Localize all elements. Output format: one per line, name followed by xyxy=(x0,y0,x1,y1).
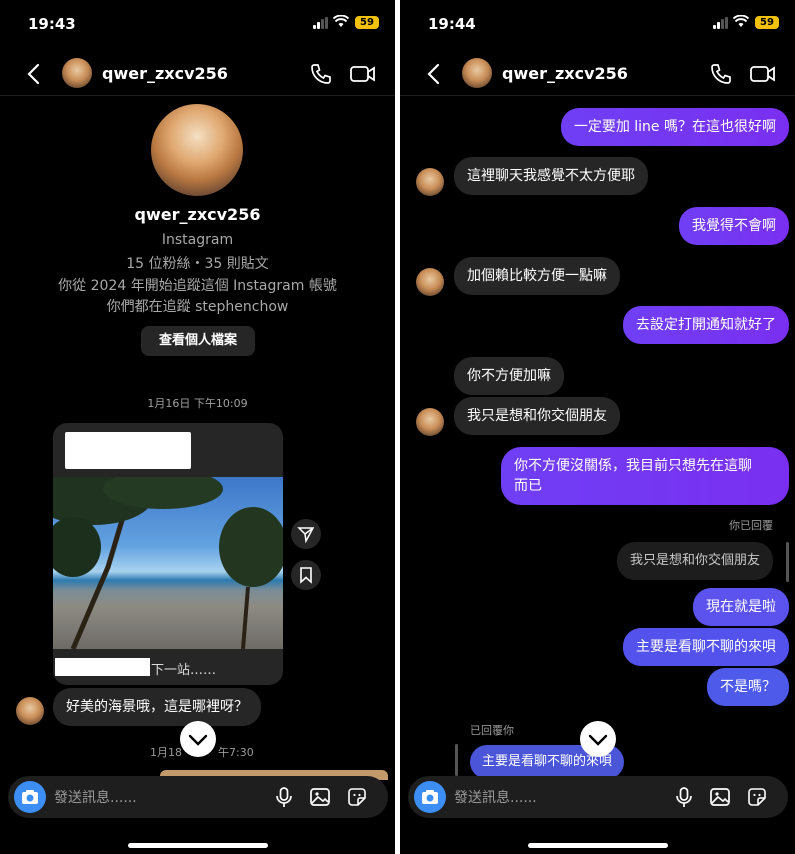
phone-call-icon[interactable] xyxy=(709,62,733,86)
avatar[interactable] xyxy=(462,58,492,88)
message-sent: 一定要加 line 嗎？在這也很好啊 xyxy=(560,108,789,146)
message-received: 這裡聊天我感覺不太方便耶 xyxy=(454,157,648,195)
camera-icon xyxy=(22,790,38,804)
message-sent: 主要是看聊不聊的來唄 xyxy=(623,628,789,666)
camera-button[interactable] xyxy=(414,781,446,813)
video-call-icon[interactable] xyxy=(749,62,777,86)
message-sent: 你不方便沒關係，我目前只想先在這聊 而已 xyxy=(501,447,789,505)
status-time: 19:44 xyxy=(428,15,476,33)
save-button[interactable] xyxy=(291,560,321,590)
gallery-icon[interactable] xyxy=(708,785,732,809)
back-arrow-icon[interactable] xyxy=(24,62,44,86)
message-sent: 去設定打開通知就好了 xyxy=(623,306,789,344)
chat-username[interactable]: qwer_zxcv256 xyxy=(502,64,628,83)
profile-platform: Instagram xyxy=(161,232,234,248)
status-time: 19:43 xyxy=(28,15,76,33)
bookmark-icon xyxy=(300,567,312,584)
avatar[interactable] xyxy=(62,58,92,88)
wifi-icon xyxy=(333,15,349,27)
microphone-icon[interactable] xyxy=(672,785,696,809)
sender-avatar[interactable] xyxy=(416,168,444,196)
beach-photo[interactable] xyxy=(53,477,283,649)
sticker-icon[interactable] xyxy=(745,785,769,809)
chat-username[interactable]: qwer_zxcv256 xyxy=(102,64,228,83)
message-line: 而已 xyxy=(514,478,542,494)
profile-name: qwer_zxcv256 xyxy=(134,205,261,224)
message-sent: 現在就是啦 xyxy=(693,588,789,626)
right-screenshot: 19:44 59 qwer_zxcv256 一定要加 line 嗎？在這也很好啊… xyxy=(400,0,795,854)
camera-icon xyxy=(422,790,438,804)
profile-mutual: 你們都在追蹤 stephenchow xyxy=(106,299,289,315)
share-button[interactable] xyxy=(291,519,321,549)
profile-follow-since: 你從 2024 年開始追蹤這個 Instagram 帳號 xyxy=(58,278,337,294)
battery-icon: 59 xyxy=(755,16,779,29)
quoted-message[interactable]: 我只是想和你交個朋友 xyxy=(616,542,773,580)
gallery-icon[interactable] xyxy=(308,785,332,809)
view-profile-button[interactable]: 查看個人檔案 xyxy=(141,326,255,356)
profile-avatar[interactable] xyxy=(151,104,243,196)
message-composer: 發送訊息...... xyxy=(8,776,388,818)
message-received: 加個賴比較方便一點嘛 xyxy=(454,257,620,295)
shared-post[interactable]: 下一站…… xyxy=(53,423,283,685)
message-input[interactable]: 發送訊息...... xyxy=(54,787,137,807)
timestamp: 1月16日 下午10:09 xyxy=(147,397,248,410)
post-caption: 下一站…… xyxy=(151,663,217,678)
phone-call-icon[interactable] xyxy=(309,62,333,86)
reply-bar xyxy=(455,744,458,776)
redacted-caption xyxy=(55,658,150,676)
profile-stats: 15 位粉絲・35 則貼文 xyxy=(126,256,269,272)
message-received: 我只是想和你交個朋友 xyxy=(454,397,620,435)
timestamp-left: 1月18 xyxy=(150,746,182,759)
home-indicator xyxy=(528,843,668,848)
scroll-down-button[interactable] xyxy=(580,721,616,757)
sender-avatar[interactable] xyxy=(416,268,444,296)
status-bar: 19:44 59 xyxy=(400,0,795,46)
status-bar: 19:43 59 xyxy=(0,0,395,46)
sender-avatar[interactable] xyxy=(416,408,444,436)
message-composer: 發送訊息...... xyxy=(408,776,788,818)
timestamp-right: 午7:30 xyxy=(218,746,254,759)
camera-button[interactable] xyxy=(14,781,46,813)
signal-icon xyxy=(713,17,729,29)
message-received: 你不方便加嘛 xyxy=(454,357,564,395)
wifi-icon xyxy=(733,15,749,27)
message-sent: 不是嗎？ xyxy=(707,668,789,706)
battery-icon: 59 xyxy=(355,16,379,29)
signal-icon xyxy=(313,17,329,29)
left-screenshot: 19:43 59 qwer_zxcv256 qwer_zxcv256 Insta… xyxy=(0,0,395,854)
microphone-icon[interactable] xyxy=(272,785,296,809)
chat-header: qwer_zxcv256 xyxy=(0,52,395,96)
reply-label: 已回覆你 xyxy=(470,724,514,737)
scroll-down-button[interactable] xyxy=(180,721,216,757)
message-sent: 我覺得不會啊 xyxy=(679,207,789,245)
video-call-icon[interactable] xyxy=(349,62,377,86)
reply-label: 你已回覆 xyxy=(729,519,773,532)
message-input[interactable]: 發送訊息...... xyxy=(454,787,537,807)
message-line: 你不方便沒關係，我目前只想先在這聊 xyxy=(514,458,752,474)
tree-silhouette xyxy=(53,477,283,649)
back-arrow-icon[interactable] xyxy=(424,62,444,86)
sender-avatar[interactable] xyxy=(16,697,44,725)
sticker-icon[interactable] xyxy=(345,785,369,809)
redacted-header xyxy=(65,432,191,469)
reply-bar xyxy=(786,542,789,582)
send-icon xyxy=(297,527,315,544)
chevron-down-icon xyxy=(588,734,608,746)
message-received: 好美的海景哦，這是哪裡呀？ xyxy=(53,688,261,726)
home-indicator xyxy=(128,843,268,848)
chevron-down-icon xyxy=(188,734,208,746)
chat-header: qwer_zxcv256 xyxy=(400,52,795,96)
